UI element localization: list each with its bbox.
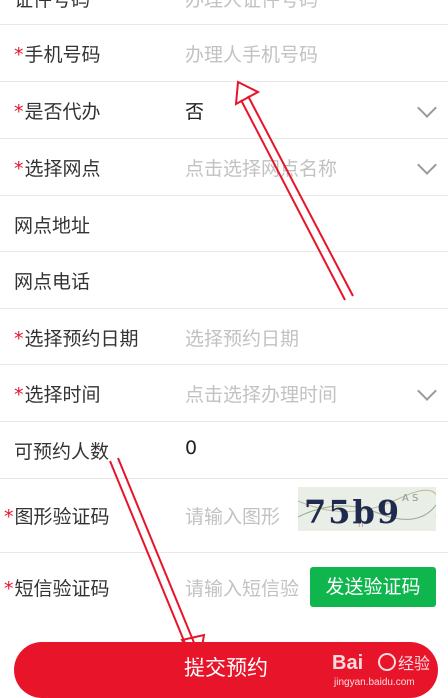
proxy-label-text: 是否代办 [24,101,101,123]
captcha-image[interactable]: A S n 75b9 [298,487,436,531]
captcha-row: *图形验证码 请输入图形 A S n 75b9 [0,479,448,553]
date-label-text: 选择预约日期 [24,328,139,350]
proxy-row[interactable]: *是否代办 否 [0,82,448,139]
sms-label: *短信验证码 [4,574,110,601]
outlet-label: *选择网点 [14,154,101,181]
chevron-down-icon[interactable] [417,155,437,175]
captcha-label: *图形验证码 [4,502,110,529]
time-label-text: 选择时间 [24,384,101,406]
address-label: 网点地址 [14,215,91,237]
id-number-input[interactable]: 办理人证件号码 [185,0,318,12]
proxy-select[interactable]: 否 [185,97,204,124]
capacity-row: 可预约人数 0 [0,422,448,479]
sms-row: *短信验证码 请输入短信验 发送验证码 [0,553,448,619]
required-mark: * [4,506,14,528]
required-mark: * [14,158,24,180]
outlet-phone-label: 网点电话 [14,271,91,293]
paw-icon [378,653,396,671]
captcha-input[interactable]: 请输入图形 [185,502,280,529]
required-mark: * [14,384,24,406]
watermark-brand: Bai [332,652,363,674]
time-select[interactable]: 点击选择办理时间 [185,380,337,407]
sms-label-text: 短信验证码 [14,578,110,600]
phone-row: *手机号码 办理人手机号码 [0,25,448,82]
required-mark: * [14,44,24,66]
chevron-down-icon[interactable] [417,381,437,401]
proxy-label: *是否代办 [14,97,101,124]
date-input[interactable]: 选择预约日期 [185,324,299,351]
outlet-row[interactable]: *选择网点 点击选择网点名称 [0,139,448,196]
required-mark: * [4,578,14,600]
capacity-label: 可预约人数 [14,441,110,463]
id-number-row: 证件号码 办理人证件号码 [0,0,448,25]
id-number-label: 证件号码 [14,0,91,11]
time-row[interactable]: *选择时间 点击选择办理时间 [0,365,448,422]
svg-text:A S: A S [402,493,418,504]
phone-label-text: 手机号码 [24,44,101,66]
date-row[interactable]: *选择预约日期 选择预约日期 [0,309,448,365]
sms-input[interactable]: 请输入短信验 [185,574,299,601]
captcha-text: 75b9 [304,493,401,531]
capacity-value: 0 [185,437,198,459]
captcha-noise-graphic: A S n 75b9 [298,489,436,531]
required-mark: * [14,328,24,350]
send-code-button[interactable]: 发送验证码 [310,567,436,607]
phone-label: *手机号码 [14,40,101,67]
time-label: *选择时间 [14,380,101,407]
phone-input[interactable]: 办理人手机号码 [185,40,318,67]
address-row: 网点地址 [0,196,448,252]
chevron-down-icon[interactable] [417,98,437,118]
watermark-brand-cn: 经验 [398,654,430,673]
date-label: *选择预约日期 [14,324,139,351]
outlet-label-text: 选择网点 [24,158,101,180]
captcha-label-text: 图形验证码 [14,506,110,528]
watermark-url: jingyan.baidu.com [333,677,415,688]
outlet-phone-row: 网点电话 [0,252,448,309]
required-mark: * [14,101,24,123]
baidu-jingyan-watermark: Bai 经验 jingyan.baidu.com [330,645,440,689]
outlet-select[interactable]: 点击选择网点名称 [185,154,337,181]
